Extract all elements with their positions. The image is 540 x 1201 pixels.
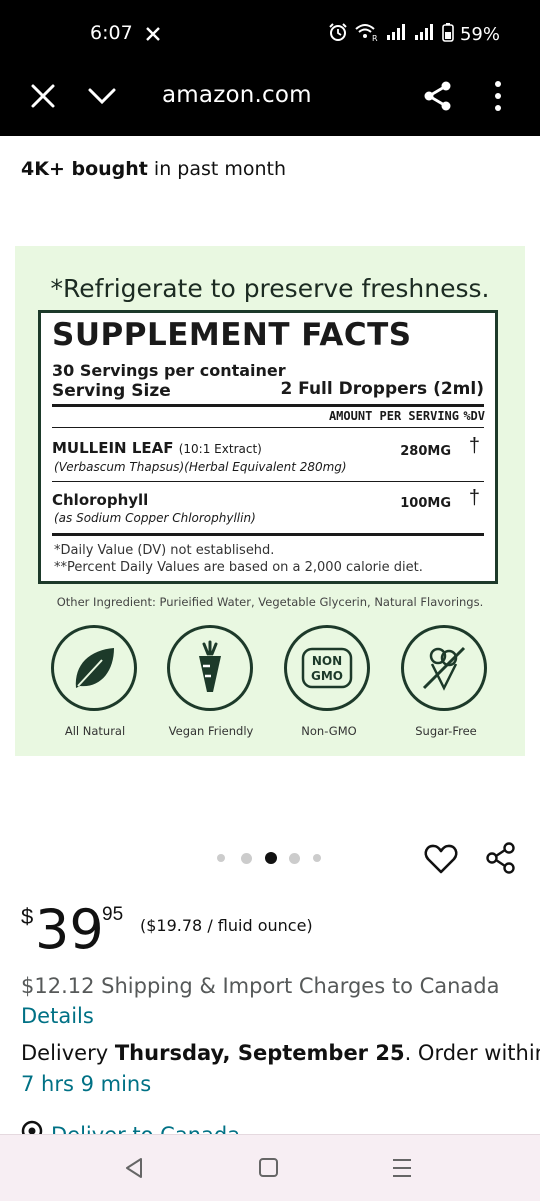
location-pin-icon <box>21 1120 43 1134</box>
wifi-icon: R <box>354 22 380 47</box>
status-bar: 6:07 R 59% <box>0 0 540 68</box>
price-currency: $ <box>21 904 34 929</box>
carousel-dots[interactable] <box>217 852 321 864</box>
badge-label: Sugar-Free <box>415 724 477 738</box>
badge-label: Non-GMO <box>301 724 357 738</box>
back-icon[interactable] <box>121 1155 151 1181</box>
delivery-prefix: Delivery <box>21 1041 109 1065</box>
amount-per-serving-header: AMOUNT PER SERVING <box>328 409 459 423</box>
facts-rule <box>52 481 484 482</box>
price-fraction: 95 <box>102 904 124 925</box>
share-icon-2[interactable] <box>484 841 518 880</box>
non-gmo-text-2: GMO <box>311 669 343 683</box>
carousel-dot[interactable] <box>289 852 300 864</box>
servings-per-container: 30 Servings per container <box>52 361 286 380</box>
signal-icon-2 <box>414 23 436 46</box>
facts-rule <box>52 404 484 407</box>
ingredient-dv: † <box>468 435 480 457</box>
signal-icon <box>386 23 408 46</box>
carousel-dot-active[interactable] <box>265 852 277 864</box>
chevron-down-icon[interactable] <box>86 80 118 112</box>
browser-toolbar: amazon.com <box>0 68 540 136</box>
mute-icon <box>144 24 162 49</box>
svg-text:R: R <box>372 34 378 42</box>
carousel-dot[interactable] <box>241 852 252 864</box>
carousel-dot[interactable] <box>217 854 225 862</box>
delivery-suffix: . Order within <box>404 1041 540 1065</box>
product-image[interactable]: *Refrigerate to preserve freshness. SUPP… <box>15 246 525 756</box>
share-icon[interactable] <box>422 80 454 112</box>
heart-icon[interactable] <box>424 843 458 880</box>
bought-strong: 4K+ bought <box>21 158 148 180</box>
ingredient-name: Chlorophyll <box>52 491 149 509</box>
sugar-free-icon <box>401 625 487 711</box>
facts-rule <box>52 533 484 536</box>
delivery-date: Thursday, September 25 <box>114 1041 405 1065</box>
ingredient-dv: † <box>468 487 480 509</box>
price-whole: 39 <box>35 898 104 961</box>
other-ingredients: Other Ingredient: Purieified Water, Vege… <box>56 595 484 609</box>
badge-label: All Natural <box>64 724 126 738</box>
battery-percent: 59% <box>459 24 500 45</box>
alarm-icon <box>328 22 348 47</box>
more-vert-icon[interactable] <box>482 80 514 112</box>
ingredient-sub: (as Sodium Copper Chlorophyllin) <box>54 511 256 525</box>
bought-rest: in past month <box>153 158 287 180</box>
pdv-note: **Percent Daily Values are based on a 2,… <box>54 560 423 575</box>
facts-rule <box>52 427 484 428</box>
ingredient-amount: 100MG <box>400 496 451 511</box>
facts-title: SUPPLEMENT FACTS <box>52 317 412 353</box>
status-time: 6:07 <box>90 22 133 44</box>
delivery-info: Delivery Thursday, September 25. Order w… <box>21 1041 540 1065</box>
dv-note: *Daily Value (DV) not establisehd. <box>54 543 275 558</box>
serving-size-value: 2 Full Droppers (2ml) <box>280 379 484 399</box>
deliver-to-text: Deliver to Canada <box>51 1123 240 1135</box>
ingredient-amount: 280MG <box>400 444 451 459</box>
status-icons: R 59% <box>328 22 500 47</box>
unit-price: ($19.78 / fluid ounce) <box>140 916 313 935</box>
battery-icon <box>442 22 454 47</box>
system-nav-bar <box>0 1134 540 1201</box>
badge-label: Vegan Friendly <box>168 724 254 738</box>
bought-count: 4K+ bought in past month <box>21 158 286 180</box>
carousel-dot[interactable] <box>313 854 321 862</box>
leaf-icon <box>51 625 137 711</box>
recents-icon[interactable] <box>389 1155 419 1181</box>
supplement-facts-panel: SUPPLEMENT FACTS 30 Servings per contain… <box>38 310 498 584</box>
ingredient-name: MULLEIN LEAF (10:1 Extract) <box>52 439 262 457</box>
non-gmo-icon: NON GMO <box>284 625 370 711</box>
shipping-charges: $12.12 Shipping & Import Charges to Cana… <box>21 974 500 998</box>
url-bar[interactable]: amazon.com <box>162 82 312 108</box>
serving-size-label: Serving Size <box>52 381 171 401</box>
order-countdown: 7 hrs 9 mins <box>21 1072 152 1096</box>
close-icon[interactable] <box>27 80 59 112</box>
home-icon[interactable] <box>256 1155 286 1181</box>
ingredient-sub: (Verbascum Thapsus)(Herbal Equivalent 28… <box>54 460 347 474</box>
product-page: 4K+ bought in past month *Refrigerate to… <box>0 136 540 1134</box>
details-link[interactable]: Details <box>21 1004 94 1028</box>
carrot-icon <box>167 625 253 711</box>
refrigerate-note: *Refrigerate to preserve freshness. <box>50 274 490 303</box>
deliver-to-link[interactable]: Deliver to Canada <box>21 1120 240 1134</box>
dv-header: %DV <box>463 409 485 423</box>
non-gmo-text-1: NON <box>312 654 342 668</box>
